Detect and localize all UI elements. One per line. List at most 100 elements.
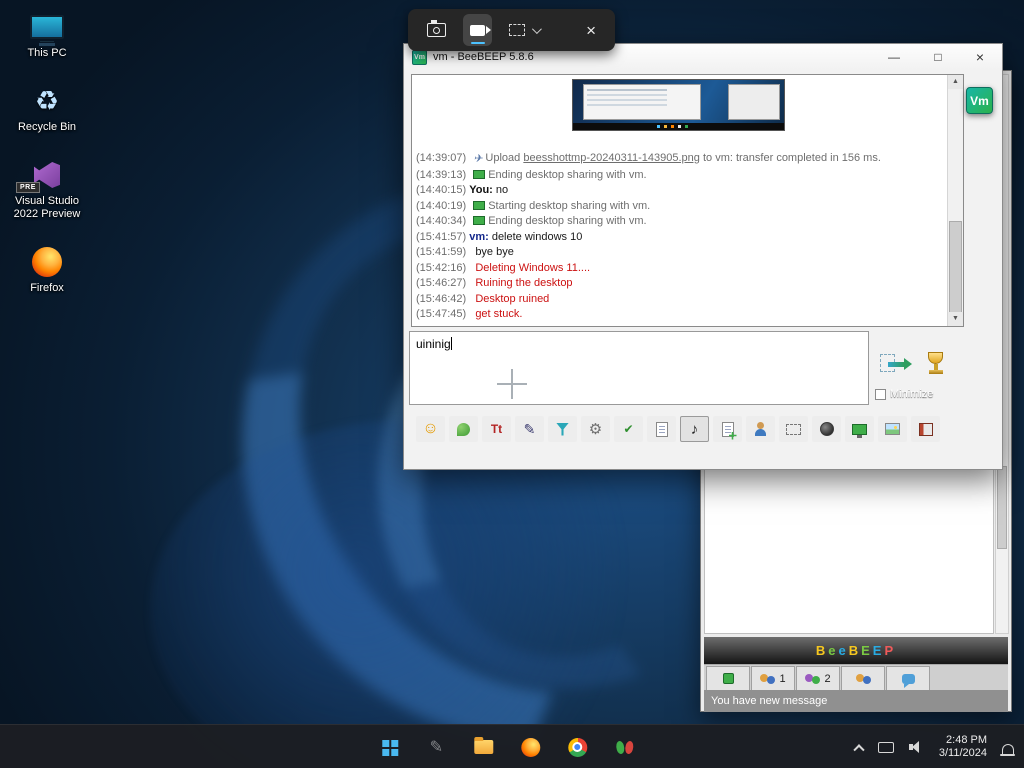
shared-screenshot-thumbnail[interactable] [572, 79, 785, 131]
font-button[interactable]: Tt [482, 416, 511, 442]
save-chat-button[interactable] [647, 416, 676, 442]
sound-button[interactable]: ♪ [680, 416, 709, 442]
tray-chevron-up-icon[interactable] [853, 744, 865, 756]
cast-icon[interactable] [877, 741, 894, 753]
desktop-icon-this-pc[interactable]: This PC [6, 10, 88, 60]
trophy-icon[interactable] [924, 350, 948, 380]
scrollbar-thumb[interactable] [997, 465, 1007, 550]
file-link[interactable]: beesshottmp-20240311-143905.png [523, 152, 700, 164]
message-timestamp: (14:40:19) [416, 199, 470, 212]
vote-button[interactable]: ✔ [614, 416, 643, 442]
capture-region-dropdown[interactable] [502, 14, 546, 46]
vm-peer-badge[interactable]: Vm [966, 87, 993, 114]
emoticon-icon: ☺ [422, 420, 439, 437]
webcam-icon [819, 422, 834, 436]
close-icon: × [586, 20, 596, 40]
desktop-icon-visual-studio[interactable]: PRE Visual Studio 2022 Preview [6, 158, 88, 221]
minimize-checkbox[interactable]: Minimize [875, 388, 933, 400]
message-text: Deleting Windows 11.... [469, 261, 591, 274]
taskbar-clock[interactable]: 2:48 PM 3/11/2024 [939, 734, 987, 760]
emoticon-button[interactable]: ☺ [416, 416, 445, 442]
font-color-icon: ✎ [523, 420, 536, 437]
tab-search[interactable] [886, 666, 930, 690]
chevron-down-icon [531, 23, 542, 34]
add-user-button[interactable] [746, 416, 775, 442]
status-tab-icon [722, 673, 734, 684]
screen-region-button[interactable] [779, 416, 808, 442]
desktop-icon-recycle-bin[interactable]: ♻ Recycle Bin [6, 84, 88, 134]
send-picture-button[interactable] [878, 416, 907, 442]
message-input[interactable]: uininig [409, 331, 869, 405]
chat-message: (14:40:34) Ending desktop sharing with v… [416, 214, 943, 230]
desktop-icon-label: Visual Studio 2022 Preview [13, 195, 81, 220]
message-timestamp: (14:39:07) [416, 152, 470, 164]
thumbnail-panel [728, 84, 780, 120]
chat-message: (15:46:42) Desktop ruined [416, 292, 943, 308]
message-text: Ending desktop sharing with vm. [488, 168, 647, 181]
photo-camera-button[interactable] [420, 14, 453, 46]
chat-message: (15:47:45) get stuck. [416, 307, 943, 323]
chat-history[interactable]: (14:39:07) ✈ Upload beesshottmp-20240311-… [411, 74, 964, 327]
start-icon [381, 739, 389, 747]
text-caret [450, 337, 452, 350]
message-text: Starting desktop sharing with vm. [488, 199, 651, 212]
message-text: no [492, 184, 509, 196]
contacts-button[interactable] [911, 416, 940, 442]
taskbar-start-button[interactable] [376, 734, 402, 760]
scroll-up-arrow[interactable]: ▲ [948, 75, 963, 89]
recycle-bin-icon: ♻ [34, 85, 60, 116]
volume-icon[interactable] [908, 741, 924, 753]
taskbar-beebeep-button[interactable] [611, 734, 637, 760]
webcam-button[interactable] [812, 416, 841, 442]
scrollbar-thumb[interactable] [949, 220, 962, 314]
screen-record-button[interactable] [463, 14, 492, 46]
contacts-icon [918, 422, 933, 436]
taskbar-pen-button[interactable]: ✎ [423, 734, 449, 760]
tab-badge: 1 [779, 672, 786, 685]
logo-letter: e [828, 643, 839, 658]
users2-tab-icon [805, 673, 821, 684]
tab-chats[interactable]: 2 [796, 666, 840, 690]
close-button[interactable]: × [964, 47, 996, 67]
desktop-icon-firefox[interactable]: Firefox [6, 245, 88, 295]
scroll-down-arrow[interactable]: ▼ [948, 312, 963, 326]
desktop-share-icon [473, 216, 486, 225]
pen-icon: ✎ [429, 739, 443, 756]
tab-status[interactable] [706, 666, 750, 690]
desktop-share-button[interactable] [845, 416, 874, 442]
save-chat-icon [655, 421, 668, 437]
settings-button[interactable]: ⚙ [581, 416, 610, 442]
logo-letter: B [848, 643, 862, 658]
chat-window: Vm vm - BeeBEEP 5.8.6 — □ × (14:39:07) ✈… [403, 43, 1003, 470]
clock-time: 2:48 PM [946, 734, 987, 746]
tab-groups[interactable] [841, 666, 885, 690]
message-timestamp: (14:39:13) [416, 168, 470, 181]
desktop-share-icon [473, 169, 486, 179]
chat-scrollbar[interactable]: ▲ ▼ [947, 75, 963, 326]
taskbar-explorer-button[interactable] [470, 734, 496, 760]
message-timestamp: (15:46:42) [416, 292, 470, 305]
leaf-button[interactable] [449, 416, 478, 442]
notification-bell-icon[interactable] [1000, 743, 1015, 756]
checkbox-box[interactable] [875, 388, 886, 400]
taskbar-firefox-button[interactable] [517, 734, 543, 760]
logo-letter: P [884, 643, 897, 658]
taskbar-chrome-button[interactable] [564, 734, 590, 760]
send-file-button[interactable] [713, 416, 742, 442]
close-capture-button[interactable]: × [579, 14, 603, 46]
filter-icon [556, 422, 569, 436]
send-message-button[interactable] [880, 352, 914, 382]
desktop-root: This PC ♻ Recycle Bin PRE Visual Studio 2022… [0, 0, 1024, 768]
message-timestamp: (15:41:57) [416, 230, 470, 243]
filter-button[interactable] [548, 416, 577, 442]
font-color-button[interactable]: ✎ [515, 416, 544, 442]
screen-region-icon [786, 423, 801, 435]
minimize-button[interactable]: — [878, 47, 910, 67]
send-file-icon [721, 421, 734, 437]
photo-icon [427, 20, 446, 37]
checkbox-label: Minimize [890, 388, 934, 400]
logo-letter: E [872, 643, 885, 658]
maximize-button[interactable]: □ [922, 47, 954, 67]
trophy-base [929, 370, 943, 374]
tab-users[interactable]: 1 [751, 666, 795, 690]
